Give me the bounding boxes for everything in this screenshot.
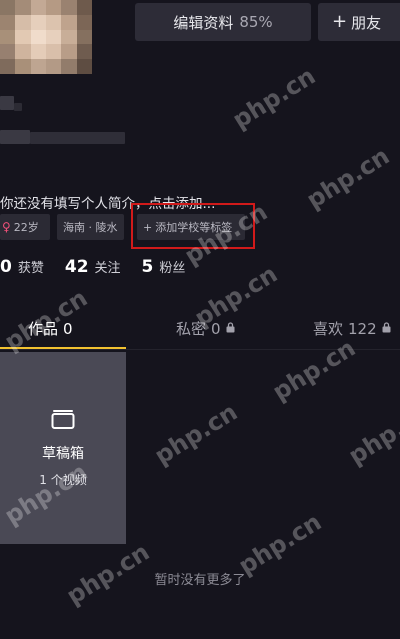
no-more-content-text: 暂时没有更多了: [154, 573, 246, 588]
edit-profile-button[interactable]: 编辑资料 85%: [135, 3, 311, 41]
profile-stats: 0 获赞 42 关注 5 粉丝: [0, 257, 206, 277]
age-label: 22岁: [13, 221, 39, 234]
nickname-redacted: [14, 103, 22, 111]
stat-label: 关注: [94, 261, 121, 276]
stat-label: 粉丝: [159, 261, 186, 276]
stat-label: 获赞: [17, 261, 44, 276]
female-icon: ♀: [2, 220, 11, 234]
tab-label: 喜欢: [313, 320, 344, 338]
profile-completion: 85%: [239, 13, 273, 31]
stat-value: 5: [141, 257, 154, 277]
avatar[interactable]: [0, 0, 92, 74]
location-tag: 海南 · 陵水: [57, 214, 124, 240]
stat-value: 42: [64, 257, 89, 277]
location-label: 海南 · 陵水: [63, 221, 118, 234]
stat-likes-received[interactable]: 0 获赞: [0, 257, 44, 277]
lock-icon: [226, 321, 235, 336]
tab-likes[interactable]: 喜欢 122: [313, 318, 391, 339]
add-friend-label: 朋友: [351, 13, 382, 32]
stat-following[interactable]: 42 关注: [65, 257, 121, 277]
plus-icon: +: [332, 11, 348, 32]
age-tag: ♀ 22岁: [0, 214, 50, 240]
nickname-redacted: [0, 96, 14, 110]
watermark: php.cn: [343, 397, 400, 471]
lock-icon: [382, 321, 391, 336]
drafts-icon: [51, 409, 75, 429]
add-friend-button[interactable]: + 朋友: [318, 3, 400, 41]
watermark: php.cn: [301, 141, 395, 215]
stat-followers[interactable]: 5 粉丝: [142, 257, 186, 277]
user-id-redacted: [30, 132, 125, 144]
edit-profile-label: 编辑资料: [173, 13, 234, 32]
stat-value: 0: [0, 257, 12, 277]
watermark: php.cn: [149, 397, 243, 471]
user-id-redacted: [0, 130, 30, 144]
watermark: php.cn: [227, 61, 321, 135]
tab-count: 122: [348, 319, 377, 338]
